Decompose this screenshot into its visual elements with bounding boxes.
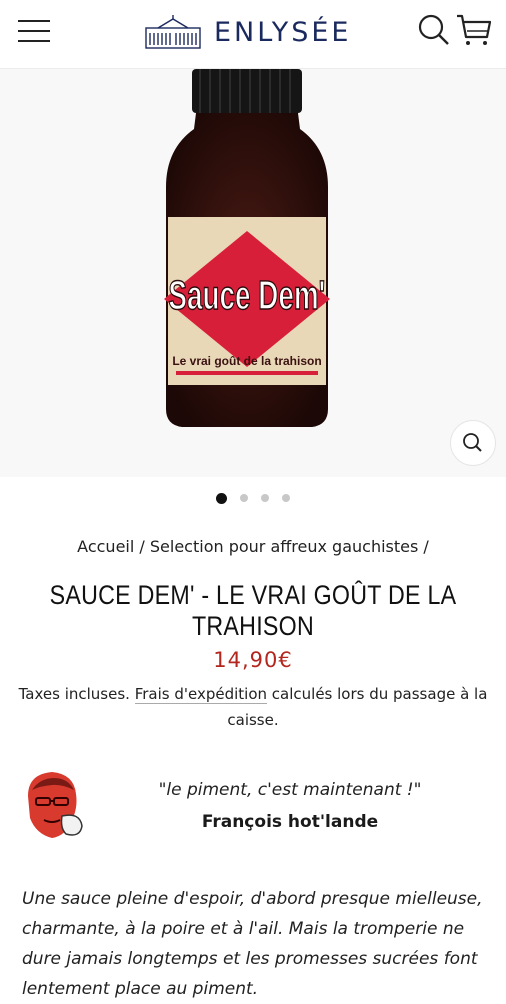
product-image[interactable]: Sauce Dem' Le vrai goût de la trahison [0, 69, 506, 477]
brand-logo[interactable]: ENLYSÉE [144, 12, 351, 52]
carousel-dot-3[interactable] [261, 494, 269, 502]
product-description: Une sauce pleine d'espoir, d'abord presq… [22, 884, 492, 1004]
search-icon[interactable] [418, 14, 450, 46]
carousel-dots [0, 492, 506, 504]
breadcrumb-home-link[interactable]: Accueil [77, 537, 134, 556]
tax-included-text: Taxes incluses. [18, 685, 130, 703]
product-title: SAUCE DEM' - LE VRAI GOÛT DE LA TRAHISON [49, 580, 457, 641]
building-logo-icon [145, 15, 201, 49]
carousel-dot-2[interactable] [240, 494, 248, 502]
breadcrumb-separator: / [139, 537, 145, 556]
tax-suffix-text: calculés lors du passage à la caisse. [227, 685, 488, 729]
label-main-text: Sauce Dem' [168, 273, 325, 319]
description-line: Une sauce pleine d'espoir, d'abord presq… [22, 889, 483, 909]
tax-shipping-note: Taxes incluses. Frais d'expédition calcu… [18, 681, 488, 733]
description-line: charmante, à la poire et à l'ail. Mais l… [22, 919, 465, 939]
carousel-dot-1[interactable] [216, 492, 227, 504]
brand-name: ENLYSÉE [214, 16, 352, 48]
quote-text: "le piment, c'est maintenant !" [158, 780, 422, 800]
quote-avatar [22, 768, 88, 848]
quote-author: François hot'lande [201, 812, 379, 832]
description-line: dure jamais longtemps et les promesses s… [22, 949, 478, 969]
hamburger-menu-icon[interactable] [18, 16, 52, 46]
breadcrumb-separator: / [423, 537, 429, 556]
cart-icon[interactable] [456, 13, 492, 47]
shipping-link[interactable]: Frais d'expédition [134, 685, 268, 704]
site-header: ENLYSÉE [0, 0, 506, 69]
product-price: 14,90€ [213, 648, 293, 672]
label-sub-text: Le vrai goût de la trahison [172, 354, 321, 368]
breadcrumb: Accueil / Selection pour affreux gauchis… [0, 537, 506, 556]
search-icon [463, 433, 482, 452]
carousel-dot-4[interactable] [282, 494, 290, 502]
breadcrumb-collection-link[interactable]: Selection pour affreux gauchistes [150, 537, 418, 556]
zoom-button[interactable] [450, 420, 496, 466]
